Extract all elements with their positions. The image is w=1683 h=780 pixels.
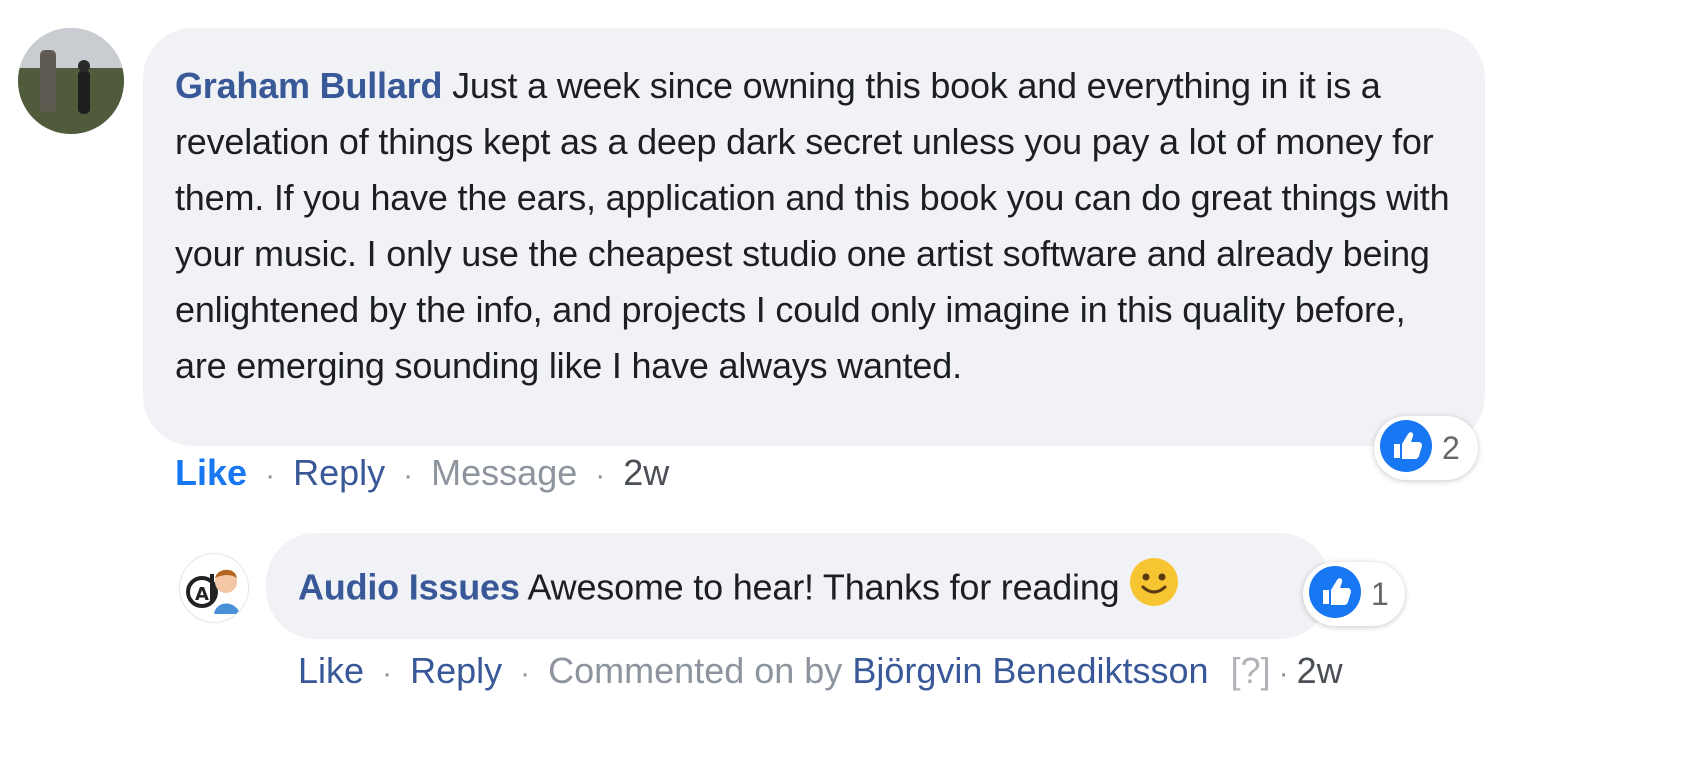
comment-body: Graham Bullard Just a week since owning …	[175, 58, 1453, 394]
audio-issues-logo: A	[180, 554, 248, 622]
comment-reaction-number: 2	[1442, 429, 1460, 466]
separator-dot: ·	[265, 459, 276, 492]
help-link[interactable]: [?]	[1231, 650, 1271, 691]
separator-dot: ·	[1278, 657, 1289, 690]
reply-actions: Like · Reply · Commented on by Björgvin …	[298, 650, 1343, 692]
reply-reaction-number: 1	[1371, 575, 1389, 612]
separator-dot: ·	[520, 657, 531, 690]
reply-author[interactable]: Audio Issues	[298, 567, 520, 608]
reply-reaction-count[interactable]: 1	[1303, 562, 1405, 626]
commenter-avatar[interactable]	[18, 28, 124, 134]
reply-body: Audio Issues Awesome to hear! Thanks for…	[298, 557, 1298, 623]
reply-bubble: Audio Issues Awesome to hear! Thanks for…	[266, 533, 1330, 639]
comment-timestamp[interactable]: 2w	[623, 452, 669, 493]
reply-author-avatar[interactable]: A	[180, 554, 248, 622]
comment-reaction-count[interactable]: 2	[1374, 416, 1478, 480]
avatar-photo	[18, 28, 124, 134]
reply-reply-link[interactable]: Reply	[410, 650, 502, 691]
thumbs-up-icon	[1309, 565, 1361, 623]
comment-bubble: Graham Bullard Just a week since owning …	[143, 28, 1485, 446]
reply-like-link[interactable]: Like	[298, 650, 364, 691]
separator-dot: ·	[403, 459, 414, 492]
commented-on-by-label: Commented on by	[548, 650, 843, 691]
reply-text: Awesome to hear! Thanks for reading	[527, 566, 1120, 608]
comment-author[interactable]: Graham Bullard	[175, 65, 442, 106]
reply-timestamp[interactable]: 2w	[1297, 650, 1343, 691]
comment-message-link[interactable]: Message	[431, 452, 577, 493]
comment-actions: Like · Reply · Message · 2w	[175, 452, 669, 494]
comment-text: Just a week since owning this book and e…	[175, 65, 1450, 386]
separator-dot: ·	[382, 657, 393, 690]
smiley-emoji-icon	[1129, 557, 1179, 623]
thumbs-up-icon	[1380, 419, 1432, 477]
separator-dot: ·	[595, 459, 606, 492]
comment-like-link[interactable]: Like	[175, 452, 247, 493]
svg-text:A: A	[195, 584, 209, 605]
commenter-name-link[interactable]: Björgvin Benediktsson	[852, 650, 1208, 691]
comment-reply-link[interactable]: Reply	[293, 452, 385, 493]
